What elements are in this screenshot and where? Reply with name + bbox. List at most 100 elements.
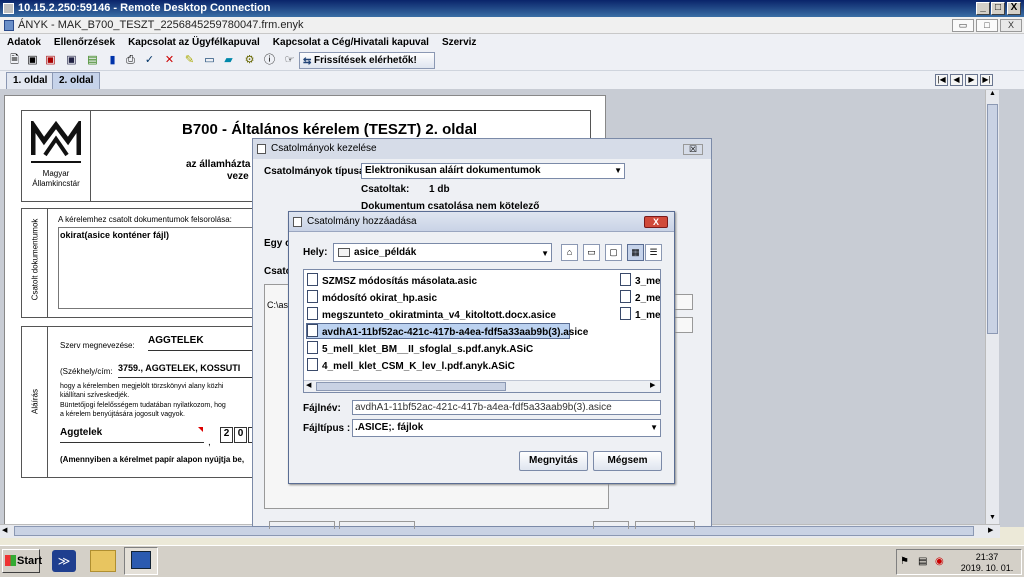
menu-ugyfelkapu[interactable]: Kapcsolat az Ügyfélkapuval bbox=[128, 34, 260, 51]
rdp-title-bar[interactable]: 10.15.2.250:59146 - Remote Desktop Conne… bbox=[0, 0, 1024, 17]
partial-button-5[interactable] bbox=[593, 521, 629, 529]
app-minimize-button[interactable]: ▭ bbox=[952, 19, 974, 32]
attach-side-cell: Csatolt dokumentumok bbox=[22, 209, 48, 317]
scroll-up-icon[interactable]: ▲ bbox=[987, 90, 998, 101]
save-icon[interactable]: ▣ bbox=[26, 54, 39, 67]
file-item[interactable]: 1_mell bbox=[620, 307, 660, 322]
clock-date[interactable]: 2019. 10. 01. bbox=[955, 563, 1019, 573]
app-maximize-button[interactable]: □ bbox=[976, 19, 998, 32]
clock-time[interactable]: 21:37 bbox=[955, 552, 1019, 562]
menu-adatok[interactable]: Adatok bbox=[7, 34, 41, 51]
up-folder-icon[interactable]: ⌂ bbox=[561, 244, 578, 261]
rdp-app-icon bbox=[3, 3, 14, 14]
updates-available-button[interactable]: ⇆ Frissítések elérhetők! bbox=[299, 52, 435, 69]
scroll-left-icon[interactable]: ◀ bbox=[2, 526, 7, 534]
disk-icon[interactable]: ▣ bbox=[65, 54, 78, 67]
add-attachment-titlebar[interactable]: Csatolmány hozzáadása X bbox=[289, 212, 674, 232]
powershell-icon[interactable]: ≫ bbox=[52, 550, 76, 572]
form-subtitle-a: az államházta bbox=[186, 159, 251, 170]
file-item[interactable]: 3_mell bbox=[620, 273, 660, 288]
delete-icon[interactable]: ✕ bbox=[163, 54, 176, 67]
file-item[interactable]: SZMSZ módosítás másolata.asic bbox=[307, 273, 477, 288]
file-item[interactable]: 4_mell_klet_CSM_K_lev_l.pdf.anyk.ASiC bbox=[307, 358, 515, 373]
taskbar-rdp-window[interactable] bbox=[124, 547, 158, 575]
menu-cegkapu[interactable]: Kapcsolat a Cég/Hivatali kapuval bbox=[273, 34, 429, 51]
filename-input[interactable] bbox=[352, 400, 661, 415]
city-field[interactable]: Aggtelek bbox=[60, 427, 204, 443]
filetype-select[interactable]: .ASICE;. fájlok ▼ bbox=[352, 419, 661, 437]
scroll-left-icon[interactable]: ◀ bbox=[306, 381, 311, 389]
first-page-button[interactable]: |◀ bbox=[935, 74, 948, 86]
date-digit-2[interactable]: 0 bbox=[234, 427, 247, 443]
horizontal-scroll-thumb[interactable] bbox=[14, 526, 974, 536]
last-page-button[interactable]: ▶| bbox=[980, 74, 993, 86]
menu-szerviz[interactable]: Szerviz bbox=[442, 34, 476, 51]
send-icon[interactable]: ▭ bbox=[203, 54, 216, 67]
highlight-icon[interactable]: ✎ bbox=[183, 54, 196, 67]
maximize-button[interactable]: □ bbox=[991, 2, 1005, 15]
tab-page-2[interactable]: 2. oldal bbox=[52, 72, 101, 89]
explorer-icon[interactable] bbox=[90, 550, 116, 572]
rdp-window-title: 10.15.2.250:59146 - Remote Desktop Conne… bbox=[18, 2, 271, 14]
tools-icon[interactable]: ⚙ bbox=[243, 54, 256, 67]
book-icon[interactable]: ▰ bbox=[222, 54, 235, 67]
new-folder-icon[interactable]: ▢ bbox=[605, 244, 622, 261]
cancel-button[interactable]: Mégsem bbox=[593, 451, 662, 471]
chevron-down-icon: ▼ bbox=[541, 249, 549, 258]
seat-field[interactable]: 3759., AGGTELEK, KOSSUTI bbox=[118, 363, 258, 378]
info-doc-icon[interactable]: ▮ bbox=[106, 54, 119, 67]
date-digit-1[interactable]: 2 bbox=[220, 427, 233, 443]
file-item[interactable]: 2_mell bbox=[620, 290, 660, 305]
details-view-icon[interactable]: ☰ bbox=[645, 244, 662, 261]
attach-list-field[interactable]: okirat(asice konténer fájl) bbox=[58, 227, 258, 309]
vertical-scroll-thumb[interactable] bbox=[987, 104, 998, 334]
partial-button-6[interactable] bbox=[635, 521, 695, 529]
partial-button-4[interactable] bbox=[339, 521, 415, 529]
attachments-dialog-titlebar[interactable]: Csatolmányok kezelése ☒ bbox=[253, 139, 711, 159]
date-separator: , bbox=[208, 437, 211, 448]
partial-button-1[interactable] bbox=[673, 294, 693, 310]
app-close-button[interactable]: X bbox=[1000, 19, 1022, 32]
check-icon[interactable]: ✓ bbox=[143, 54, 156, 67]
attachment-type-select[interactable]: Elektronikusan aláírt dokumentumok ▼ bbox=[361, 163, 625, 179]
file-dialog-close-button[interactable]: X bbox=[644, 216, 668, 228]
file-list-scroll-thumb[interactable] bbox=[316, 382, 506, 391]
file-list[interactable]: SZMSZ módosítás másolata.asic módosító o… bbox=[303, 269, 661, 393]
scroll-right-icon[interactable]: ▶ bbox=[650, 381, 655, 389]
minimize-button[interactable]: _ bbox=[976, 2, 990, 15]
start-label: Start bbox=[17, 555, 43, 567]
file-list-hscroll[interactable]: ◀ ▶ bbox=[304, 380, 660, 392]
attachments-close-button[interactable]: ☒ bbox=[683, 144, 703, 155]
help-icon[interactable]: ⓘ bbox=[263, 54, 276, 67]
volume-muted-icon[interactable]: ◉ bbox=[935, 556, 944, 567]
file-item-selected[interactable]: avdhA1-11bf52ac-421c-417b-a4ea-fdf5a33aa… bbox=[307, 324, 588, 339]
file-item[interactable]: 5_mell_klet_BM__II_sfoglal_s.pdf.anyk.AS… bbox=[307, 341, 533, 356]
file-item[interactable]: módosító okirat_hp.asic bbox=[307, 290, 437, 305]
attached-count: 1 db bbox=[429, 184, 450, 195]
import-icon[interactable]: ▤ bbox=[86, 54, 99, 67]
file-item[interactable]: megszunteto_okiratminta_v4_kitoltott.doc… bbox=[307, 307, 556, 322]
close-button[interactable]: X bbox=[1007, 2, 1021, 15]
open-button[interactable]: Megnyitás bbox=[519, 451, 588, 471]
prev-page-button[interactable]: ◀ bbox=[950, 74, 963, 86]
next-page-button[interactable]: ▶ bbox=[965, 74, 978, 86]
location-select[interactable]: asice_példák ▼ bbox=[333, 243, 552, 262]
print-icon[interactable]: ⎙ bbox=[124, 54, 137, 67]
flag-icon[interactable]: ⚑ bbox=[900, 556, 909, 567]
scroll-right-icon[interactable]: ▶ bbox=[988, 526, 993, 534]
home-icon[interactable]: ▭ bbox=[583, 244, 600, 261]
menu-ellenorzesek[interactable]: Ellenőrzések bbox=[54, 34, 115, 51]
tab-page-1[interactable]: 1. oldal bbox=[6, 72, 55, 89]
vertical-scrollbar[interactable]: ▲ ▼ bbox=[985, 90, 999, 527]
org-field[interactable]: AGGTELEK bbox=[148, 335, 258, 351]
filetype-value: .ASICE;. fájlok bbox=[355, 422, 424, 433]
network-icon[interactable]: ▤ bbox=[918, 556, 927, 567]
pointer-icon[interactable]: ☞ bbox=[283, 54, 296, 67]
app-title-bar[interactable]: ÁNYK - MAK_B700_TESZT_2256845259780047.f… bbox=[0, 17, 1024, 34]
partial-button-3[interactable] bbox=[269, 521, 335, 529]
save-as-icon[interactable]: ▣ bbox=[44, 54, 57, 67]
partial-button-2[interactable] bbox=[673, 317, 693, 333]
list-view-icon[interactable]: ▦ bbox=[627, 244, 644, 261]
start-button[interactable]: Start bbox=[2, 549, 43, 573]
open-icon[interactable]: 🗎 bbox=[8, 54, 21, 67]
